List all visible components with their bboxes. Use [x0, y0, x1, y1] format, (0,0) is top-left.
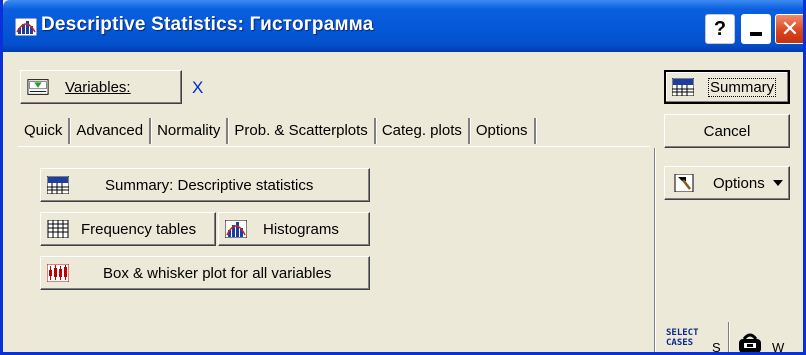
box-whisker-label: Box & whisker plot for all variables	[103, 264, 332, 282]
summary-table-icon	[672, 78, 694, 96]
minimize-button[interactable]	[741, 14, 771, 44]
tab-categ-plots[interactable]: Categ. plots	[376, 118, 470, 144]
box-whisker-button[interactable]: Box & whisker plot for all variables	[40, 256, 370, 290]
options-button[interactable]: Options	[664, 166, 790, 200]
summary-label: Summary	[708, 77, 777, 97]
weight-shortcut[interactable]: W	[772, 340, 784, 352]
tab-prob-scatterplots[interactable]: Prob. & Scatterplots	[228, 118, 376, 144]
minimize-icon	[750, 32, 762, 36]
panel-separator	[654, 148, 656, 352]
tab-quick[interactable]: Quick	[18, 118, 71, 144]
histogram-app-icon	[15, 18, 37, 36]
box-plot-icon	[47, 264, 69, 282]
tab-strip: Quick Advanced Normality Prob. & Scatter…	[18, 118, 536, 146]
variables-icon	[27, 79, 49, 95]
tab-divider	[18, 146, 650, 148]
frequency-tables-button[interactable]: Frequency tables	[40, 212, 216, 246]
histograms-button[interactable]: Histograms	[218, 212, 370, 246]
title-bar[interactable]: Descriptive Statistics: Гистограмма ? ✕	[3, 0, 803, 52]
close-button[interactable]: ✕	[775, 14, 803, 44]
summary-button[interactable]: Summary	[664, 70, 790, 104]
dropdown-arrow-icon	[772, 180, 783, 186]
variables-button[interactable]: Variables:	[20, 70, 182, 104]
selected-variable: X	[192, 78, 204, 97]
cancel-button[interactable]: Cancel	[664, 114, 790, 148]
select-cases-line2: CASES	[666, 338, 694, 348]
select-cases-line1: SELECT	[666, 328, 699, 338]
histogram-icon	[225, 220, 247, 238]
hammer-icon	[674, 174, 694, 192]
summary-table-icon	[47, 176, 69, 194]
select-cases-button[interactable]: SELECT CASES	[666, 328, 699, 348]
histograms-label: Histograms	[263, 220, 339, 238]
tab-advanced[interactable]: Advanced	[70, 118, 152, 144]
dialog-body: Variables: X Quick Advanced Normality Pr…	[6, 52, 803, 354]
frequency-tables-label: Frequency tables	[81, 220, 197, 238]
options-label: Options	[713, 174, 765, 192]
summary-descriptive-label: Summary: Descriptive statistics	[105, 176, 314, 194]
tab-normality[interactable]: Normality	[151, 118, 229, 144]
variables-label: Variables:	[65, 78, 131, 96]
select-cases-shortcut[interactable]: S	[712, 340, 721, 352]
help-button[interactable]: ?	[705, 14, 735, 44]
tab-options[interactable]: Options	[470, 118, 536, 144]
window-title: Descriptive Statistics: Гистограмма	[41, 14, 374, 35]
frequency-table-icon	[47, 220, 69, 238]
weight-icon[interactable]	[736, 332, 764, 354]
bottom-separator	[728, 322, 730, 352]
summary-descriptive-button[interactable]: Summary: Descriptive statistics	[40, 168, 370, 202]
dialog-window: Descriptive Statistics: Гистограмма ? ✕ …	[0, 0, 806, 355]
